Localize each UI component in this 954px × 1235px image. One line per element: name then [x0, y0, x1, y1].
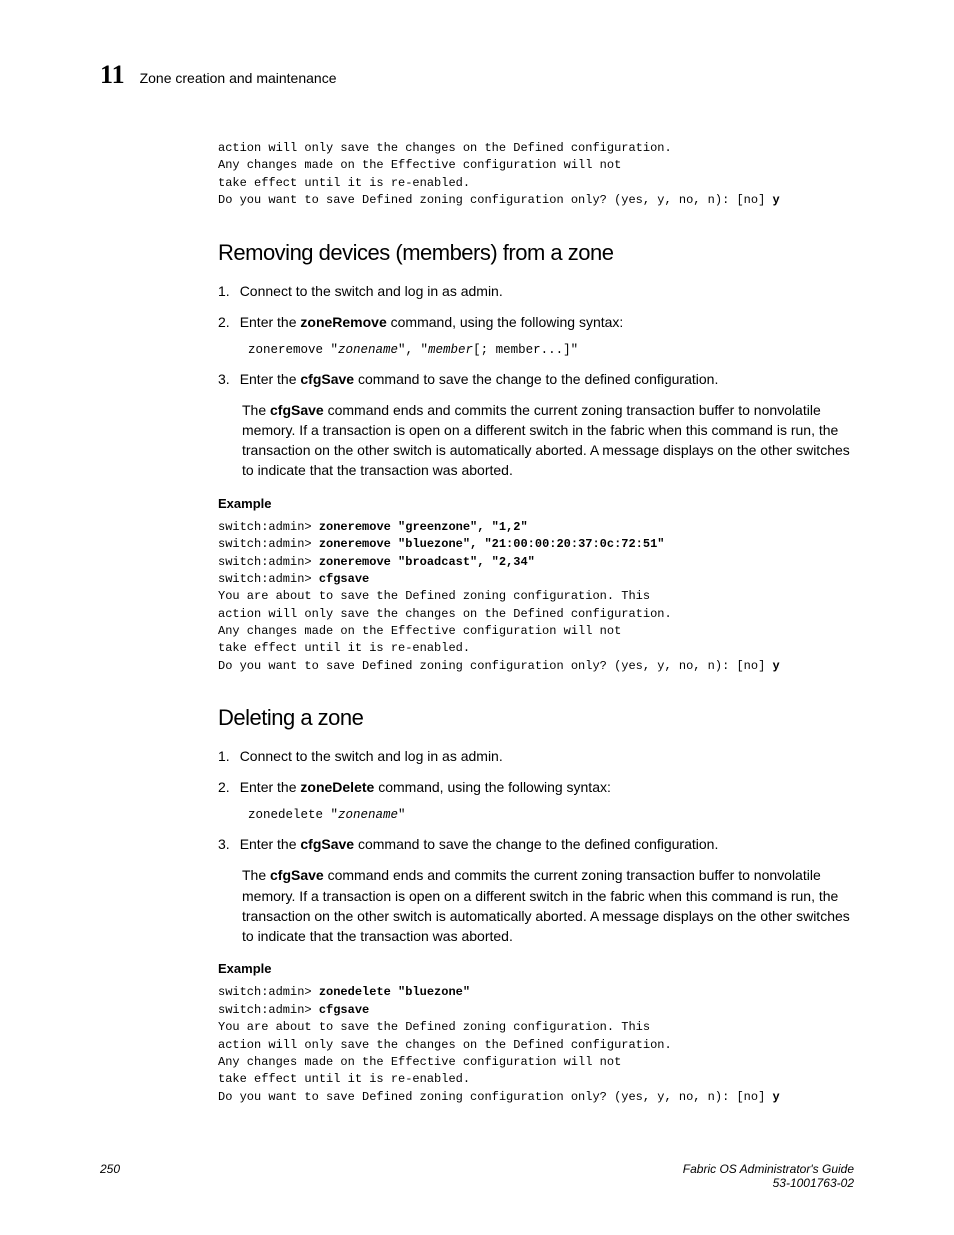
- paragraph: The cfgSave command ends and commits the…: [242, 865, 854, 946]
- list-item: 2. Enter the zoneDelete command, using t…: [218, 777, 854, 798]
- chapter-number: 11: [100, 60, 125, 90]
- footer-doc-id: 53-1001763-02: [683, 1176, 854, 1190]
- syntax-code: zoneremove "zonename", "member[; member.…: [248, 343, 854, 357]
- example-code-block: switch:admin> zonedelete "bluezone" swit…: [218, 984, 854, 1106]
- list-item: 2. Enter the zoneRemove command, using t…: [218, 312, 854, 333]
- syntax-code: zonedelete "zonename": [248, 808, 854, 822]
- page-header: 11 Zone creation and maintenance: [100, 60, 854, 90]
- page-footer: 250 Fabric OS Administrator's Guide 53-1…: [100, 1162, 854, 1190]
- example-code-block: switch:admin> zoneremove "greenzone", "1…: [218, 519, 854, 676]
- footer-guide-title: Fabric OS Administrator's Guide: [683, 1162, 854, 1176]
- section-heading-deleting: Deleting a zone: [218, 705, 854, 731]
- page-number: 250: [100, 1162, 120, 1190]
- list-item: 3. Enter the cfgSave command to save the…: [218, 834, 854, 855]
- example-label: Example: [218, 961, 854, 976]
- section-heading-removing: Removing devices (members) from a zone: [218, 240, 854, 266]
- list-item: 1. Connect to the switch and log in as a…: [218, 746, 854, 767]
- list-item: 1. Connect to the switch and log in as a…: [218, 281, 854, 302]
- example-label: Example: [218, 496, 854, 511]
- chapter-title: Zone creation and maintenance: [140, 70, 337, 86]
- paragraph: The cfgSave command ends and commits the…: [242, 400, 854, 481]
- intro-code-block: action will only save the changes on the…: [218, 140, 854, 210]
- list-item: 3. Enter the cfgSave command to save the…: [218, 369, 854, 390]
